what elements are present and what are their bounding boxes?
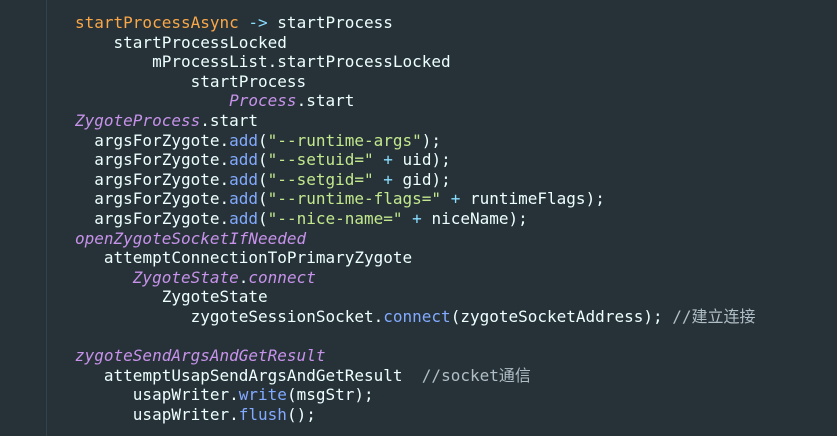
code-token: gid);: [402, 169, 451, 189]
code-token: usapWriter.: [132, 385, 239, 405]
code-token: argsForZygote.: [94, 169, 230, 189]
code-token: .: [238, 267, 249, 287]
code-token: (: [258, 208, 268, 228]
code-block: startProcessAsync -> startProcess startP…: [75, 13, 756, 424]
code-token: );: [421, 130, 442, 150]
code-token: //socket通信: [421, 365, 531, 385]
code-line: startProcess: [75, 72, 756, 92]
code-token: argsForZygote.: [94, 150, 230, 170]
code-token: connect: [248, 267, 316, 287]
code-token: (zygoteSocketAddress);: [450, 306, 673, 326]
code-token: "--setuid=": [267, 150, 374, 170]
code-line: argsForZygote.add("--runtime-args");: [75, 131, 756, 151]
code-line: argsForZygote.add("--runtime-flags=" + r…: [75, 189, 756, 209]
code-token: ->: [238, 13, 278, 32]
code-token: +: [373, 169, 403, 189]
code-token: "--runtime-flags=": [267, 189, 442, 209]
code-line: usapWriter.flush();: [75, 405, 756, 425]
code-editor: startProcessAsync -> startProcess startP…: [0, 0, 837, 436]
code-token: ZygoteProcess: [75, 110, 201, 130]
code-token: add: [229, 189, 259, 209]
code-token: "--nice-name=": [267, 208, 403, 228]
code-token: argsForZygote.: [94, 130, 230, 150]
code-token: startProcessAsync: [75, 13, 239, 32]
code-line: argsForZygote.add("--setgid=" + gid);: [75, 170, 756, 190]
code-token: "--runtime-args": [267, 130, 422, 150]
code-line: usapWriter.write(msgStr);: [75, 385, 756, 405]
code-token: //建立连接: [672, 306, 756, 326]
code-token: usapWriter.: [132, 404, 239, 424]
code-token: add: [229, 169, 259, 189]
code-token: ();: [286, 404, 316, 424]
code-token: (msgStr);: [286, 385, 374, 405]
code-token: uid);: [402, 150, 451, 170]
code-line: attemptConnectionToPrimaryZygote: [75, 248, 756, 268]
code-token: (: [258, 150, 268, 170]
code-line: attemptUsapSendArgsAndGetResult //socket…: [75, 366, 756, 386]
code-token: add: [229, 130, 259, 150]
code-token: startProcessLocked: [113, 32, 287, 52]
code-token: argsForZygote.: [94, 208, 230, 228]
code-token: +: [402, 208, 432, 228]
code-token: attemptUsapSendArgsAndGetResult: [103, 365, 422, 385]
editor-gutter: [0, 0, 47, 436]
code-line: zygoteSessionSocket.connect(zygoteSocket…: [75, 307, 756, 327]
code-token: runtimeFlags);: [469, 189, 605, 209]
code-token: zygoteSendArgsAndGetResult: [75, 346, 326, 366]
code-line: ZygoteState.connect: [75, 268, 756, 288]
code-token: (: [258, 169, 268, 189]
code-line: openZygoteSocketIfNeeded: [75, 229, 756, 249]
code-token: ZygoteState: [161, 287, 268, 307]
code-token: connect: [383, 306, 451, 326]
code-token: startProcess: [190, 71, 307, 91]
code-line: mProcessList.startProcessLocked: [75, 52, 756, 72]
code-token: Process: [229, 91, 297, 111]
code-token: argsForZygote.: [94, 189, 230, 209]
code-token: (: [258, 130, 268, 150]
code-line: argsForZygote.add("--setuid=" + uid);: [75, 150, 756, 170]
code-token: write: [238, 385, 287, 405]
code-token: ZygoteState: [132, 267, 239, 287]
code-token: mProcessList.startProcessLocked: [152, 52, 451, 72]
code-line: ZygoteProcess.start: [75, 111, 756, 131]
code-token: .start: [200, 110, 259, 130]
code-token: +: [441, 189, 470, 209]
code-token: add: [229, 208, 259, 228]
code-token: +: [373, 150, 403, 170]
code-token: startProcess: [277, 13, 393, 32]
code-line: startProcessLocked: [75, 33, 756, 53]
code-token: niceName);: [431, 208, 528, 228]
code-token: openZygoteSocketIfNeeded: [75, 228, 307, 248]
code-line: startProcessAsync -> startProcess: [75, 13, 756, 33]
code-line: Process.start: [75, 91, 756, 111]
code-token: attemptConnectionToPrimaryZygote: [103, 248, 413, 268]
code-token: flush: [238, 404, 287, 424]
code-line: zygoteSendArgsAndGetResult: [75, 346, 756, 366]
code-line: argsForZygote.add("--nice-name=" + niceN…: [75, 209, 756, 229]
code-token: add: [229, 150, 259, 170]
code-token: "--setgid=": [267, 169, 374, 189]
code-token: .start: [296, 91, 355, 111]
code-line: ZygoteState: [75, 287, 756, 307]
code-token: (: [258, 189, 268, 209]
code-token: zygoteSessionSocket.: [190, 306, 384, 326]
